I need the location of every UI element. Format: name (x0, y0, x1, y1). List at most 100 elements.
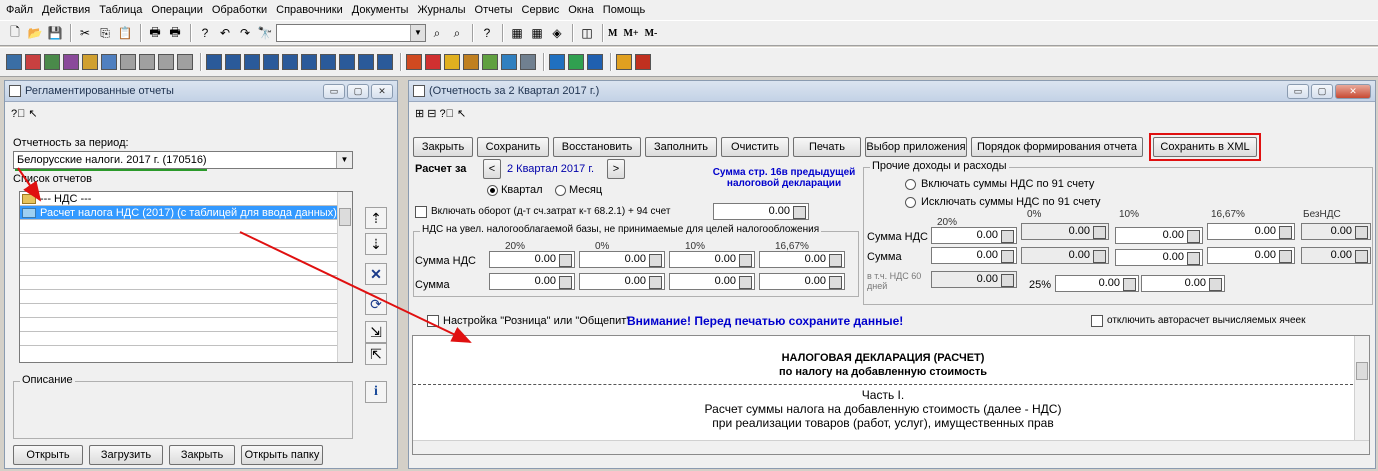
vtch-field[interactable]: 0.00 (931, 271, 1017, 288)
print-button[interactable]: Печать (793, 137, 861, 157)
choose-appendix-button[interactable]: Выбор приложения (865, 137, 967, 157)
open-icon[interactable]: 📂 (26, 24, 44, 42)
other-sum-field[interactable]: 0.00 (931, 247, 1017, 264)
list-item[interactable] (20, 318, 352, 332)
other-sum-field[interactable]: 0.00 (1021, 247, 1109, 264)
module-icon[interactable] (139, 54, 155, 70)
memory-plus-button[interactable]: M+ (623, 28, 638, 39)
module-icon[interactable] (463, 54, 479, 70)
memory-button[interactable]: M (608, 28, 617, 39)
module-icon[interactable] (501, 54, 517, 70)
other-nds-field[interactable]: 0.00 (931, 227, 1017, 244)
close-button[interactable]: Закрыть (413, 137, 473, 157)
reports-list[interactable]: --- НДС --- Расчет налога НДС (2017) (с … (19, 191, 353, 363)
module-icon[interactable] (244, 54, 260, 70)
module-icon[interactable] (635, 54, 651, 70)
print-icon[interactable]: 🖶 (146, 24, 164, 42)
exclude91-radio[interactable] (905, 197, 916, 208)
oborot-field[interactable]: 0.00 (713, 203, 809, 220)
print-preview-icon[interactable]: 🖶 (166, 24, 184, 42)
module-icon[interactable] (482, 54, 498, 70)
module-icon[interactable] (549, 54, 565, 70)
module-icon[interactable] (301, 54, 317, 70)
move-up-icon[interactable]: ⇡ (365, 207, 387, 229)
roznica-checkbox[interactable] (427, 315, 439, 327)
fill-button[interactable]: Заполнить (645, 137, 717, 157)
module-icon[interactable] (520, 54, 536, 70)
month-radio[interactable] (555, 185, 566, 196)
rate25-field2[interactable]: 0.00 (1141, 275, 1225, 292)
list-item[interactable] (20, 220, 352, 234)
quarter-radio[interactable] (487, 185, 498, 196)
new-icon[interactable]: 🗋 (6, 24, 24, 42)
menu-service[interactable]: Сервис (522, 4, 560, 16)
prev-period-button[interactable]: < (483, 159, 501, 179)
toolbar-icons[interactable]: ⊞ ⊟ ?⃞ ↖ (415, 107, 466, 120)
chevron-down-icon[interactable]: ▼ (336, 152, 352, 168)
other-sum-field[interactable]: 0.00 (1115, 249, 1203, 266)
find-next-icon[interactable]: ⌕ (428, 24, 446, 42)
list-item[interactable] (20, 332, 352, 346)
nds-field[interactable]: 0.00 (489, 251, 575, 268)
other-sum-field[interactable]: 0.00 (1207, 247, 1295, 264)
module-icon[interactable] (177, 54, 193, 70)
close-report-button[interactable]: Закрыть (169, 445, 235, 465)
context-help-icon[interactable]: ? (478, 24, 496, 42)
sum-field[interactable]: 0.00 (579, 273, 665, 290)
sum-field[interactable]: 0.00 (489, 273, 575, 290)
info-icon[interactable]: i (365, 381, 387, 403)
doc-hscroll[interactable] (413, 440, 1369, 454)
module-icon[interactable] (63, 54, 79, 70)
list-item[interactable] (20, 304, 352, 318)
module-icon[interactable] (444, 54, 460, 70)
maximize-button[interactable]: ▢ (1311, 83, 1333, 99)
module-icon[interactable] (101, 54, 117, 70)
list-item[interactable] (20, 276, 352, 290)
module-icon[interactable] (44, 54, 60, 70)
autocalc-checkbox[interactable] (1091, 315, 1103, 327)
menu-actions[interactable]: Действия (42, 4, 90, 16)
search-combo[interactable] (276, 24, 426, 42)
clear-button[interactable]: Очистить (721, 137, 789, 157)
minimize-button[interactable]: ▭ (323, 83, 345, 99)
include-oborot-checkbox[interactable] (415, 206, 427, 218)
next-period-button[interactable]: > (607, 159, 625, 179)
module-icon[interactable] (568, 54, 584, 70)
refresh-icon[interactable]: ⟳ (365, 293, 387, 315)
other-nds-field[interactable]: 0.00 (1115, 227, 1203, 244)
menu-help[interactable]: Помощь (603, 4, 646, 16)
nds-field[interactable]: 0.00 (669, 251, 755, 268)
menu-table[interactable]: Таблица (99, 4, 142, 16)
scroll-thumb[interactable] (339, 208, 351, 226)
help-icon[interactable]: ?⃞ ↖ (11, 107, 38, 120)
nds-field[interactable]: 0.00 (579, 251, 665, 268)
module-icon[interactable] (6, 54, 22, 70)
module-icon[interactable] (377, 54, 393, 70)
module-icon[interactable] (425, 54, 441, 70)
notebook-icon[interactable]: ◫ (578, 24, 596, 42)
calendar-icon[interactable]: ▦ (528, 24, 546, 42)
menu-documents[interactable]: Документы (352, 4, 409, 16)
other-nds-field[interactable]: 0.00 (1021, 223, 1109, 240)
maximize-button[interactable]: ▢ (347, 83, 369, 99)
paste-icon[interactable]: 📋 (116, 24, 134, 42)
declaration-document[interactable]: НАЛОГОВАЯ ДЕКЛАРАЦИЯ (РАСЧЕТ) по налогу … (412, 335, 1370, 455)
menu-reports[interactable]: Отчеты (475, 4, 513, 16)
menu-file[interactable]: Файл (6, 4, 33, 16)
module-icon[interactable] (25, 54, 41, 70)
copy-icon[interactable]: ⎘ (96, 24, 114, 42)
memory-minus-button[interactable]: M- (645, 28, 658, 39)
module-icon[interactable] (225, 54, 241, 70)
move-down-icon[interactable]: ⇣ (365, 233, 387, 255)
module-icon[interactable] (282, 54, 298, 70)
minimize-button[interactable]: ▭ (1287, 83, 1309, 99)
find-icon[interactable]: 🔭 (256, 24, 274, 42)
include91-radio[interactable] (905, 179, 916, 190)
module-icon[interactable] (358, 54, 374, 70)
list-scrollbar[interactable] (337, 192, 352, 362)
cut-icon[interactable]: ✂ (76, 24, 94, 42)
close-button[interactable]: ✕ (371, 83, 393, 99)
doc-vscroll[interactable] (1354, 336, 1369, 440)
other-nds-field[interactable]: 0.00 (1207, 223, 1295, 240)
save-icon[interactable]: 💾 (46, 24, 64, 42)
